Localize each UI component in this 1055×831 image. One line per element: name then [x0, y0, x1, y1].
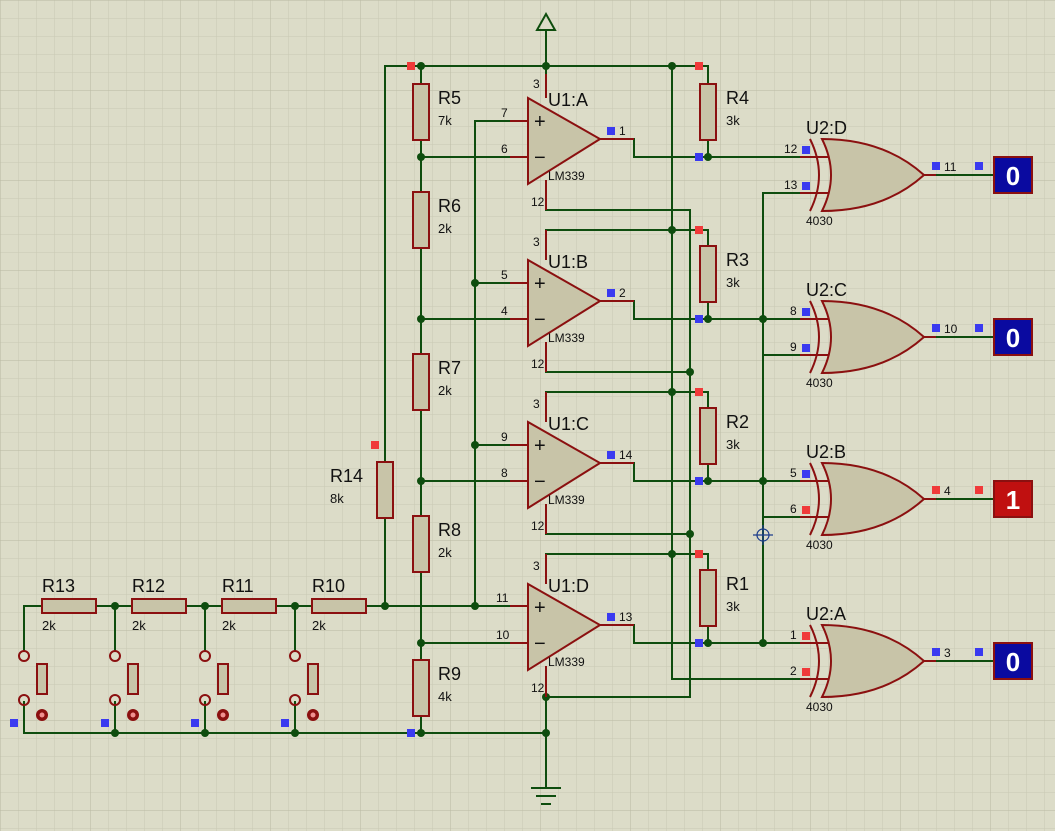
svg-text:+: + [534, 273, 546, 295]
pin-number: 1 [619, 124, 626, 138]
resistor-ref: R4 [726, 88, 749, 108]
resistor-ref: R2 [726, 412, 749, 432]
logic-probe-4[interactable]: 0 [993, 642, 1033, 680]
comparator-part: LM339 [548, 493, 585, 507]
pin-number: 13 [784, 178, 798, 192]
resistor-value: 2k [132, 618, 146, 633]
pin-number: 3 [533, 77, 540, 91]
gate-ref: U2:A [806, 604, 846, 624]
gate-part: 4030 [806, 700, 833, 714]
pin-number: 5 [790, 466, 797, 480]
logic-probe-2[interactable]: 0 [993, 318, 1033, 356]
pin-number: 2 [619, 286, 626, 300]
resistor-ref: R14 [330, 466, 363, 486]
resistor-ref: R12 [132, 576, 165, 596]
pin-number: 8 [501, 466, 508, 480]
pin-number: 11 [496, 591, 509, 605]
comparator-part: LM339 [548, 655, 585, 669]
svg-text:−: − [534, 633, 546, 655]
pin-number: 9 [790, 340, 797, 354]
pin-number: 3 [533, 235, 540, 249]
comparator-ref: U1:D [548, 576, 589, 596]
pin-number: 10 [496, 628, 510, 642]
pin-number: 3 [533, 397, 540, 411]
resistor-ref: R10 [312, 576, 345, 596]
gate-part: 4030 [806, 214, 833, 228]
gate-part: 4030 [806, 538, 833, 552]
comparator-part: LM339 [548, 169, 585, 183]
resistor-value: 2k [312, 618, 326, 633]
svg-text:+: + [534, 435, 546, 457]
resistor-value: 7k [438, 113, 452, 128]
resistor-value: 2k [438, 545, 452, 560]
resistor-ref: R13 [42, 576, 75, 596]
resistor-value: 8k [330, 491, 344, 506]
pin-number: 12 [531, 681, 545, 695]
comparator-part: LM339 [548, 331, 585, 345]
gate-ref: U2:D [806, 118, 847, 138]
resistor-value: 4k [438, 689, 452, 704]
resistor-value: 2k [42, 618, 56, 633]
logic-probe-3[interactable]: 1 [993, 480, 1033, 518]
resistor-value: 3k [726, 275, 740, 290]
gate-part: 4030 [806, 376, 833, 390]
svg-text:+: + [534, 111, 546, 133]
resistor-value: 2k [222, 618, 236, 633]
resistor-value: 3k [726, 599, 740, 614]
probe-value: 1 [1006, 485, 1020, 515]
gate-ref: U2:B [806, 442, 846, 462]
pin-number: 13 [619, 610, 633, 624]
pin-number: 8 [790, 304, 797, 318]
schematic-canvas[interactable]: R5 7k R6 2k R7 2k R8 2k R9 4k R4 3k R3 3… [0, 0, 1055, 831]
pin-number: 12 [531, 195, 545, 209]
resistor-ref: R9 [438, 664, 461, 684]
svg-text:−: − [534, 309, 546, 331]
probe-value: 0 [1006, 161, 1020, 191]
probe-value: 0 [1006, 647, 1020, 677]
resistor-ref: R11 [222, 576, 254, 596]
pin-number: 3 [533, 559, 540, 573]
pin-number: 14 [619, 448, 633, 462]
logic-probe-1[interactable]: 0 [993, 156, 1033, 194]
pin-number: 11 [944, 160, 957, 174]
pin-number: 5 [501, 268, 508, 282]
pin-number: 6 [501, 142, 508, 156]
pin-number: 4 [501, 304, 508, 318]
resistor-ref: R7 [438, 358, 461, 378]
resistor-value: 2k [438, 221, 452, 236]
svg-text:−: − [534, 147, 546, 169]
gate-ref: U2:C [806, 280, 847, 300]
svg-text:+: + [534, 597, 546, 619]
resistor-value: 2k [438, 383, 452, 398]
probe-value: 0 [1006, 323, 1020, 353]
resistor-ref: R5 [438, 88, 461, 108]
resistor-ref: R8 [438, 520, 461, 540]
pin-number: 6 [790, 502, 797, 516]
comparator-ref: U1:C [548, 414, 589, 434]
comparator-ref: U1:B [548, 252, 588, 272]
pin-number: 7 [501, 106, 508, 120]
pin-number: 3 [944, 646, 951, 660]
pin-number: 1 [790, 628, 797, 642]
pin-number: 4 [944, 484, 951, 498]
resistor-ref: R3 [726, 250, 749, 270]
resistor-ref: R1 [726, 574, 749, 594]
resistor-ref: R6 [438, 196, 461, 216]
resistor-value: 3k [726, 437, 740, 452]
pin-number: 9 [501, 430, 508, 444]
svg-text:−: − [534, 471, 546, 493]
pin-number: 2 [790, 664, 797, 678]
pin-number: 10 [944, 322, 958, 336]
resistor-value: 3k [726, 113, 740, 128]
pin-number: 12 [531, 519, 545, 533]
pin-number: 12 [784, 142, 798, 156]
pin-number: 12 [531, 357, 545, 371]
comparator-ref: U1:A [548, 90, 588, 110]
